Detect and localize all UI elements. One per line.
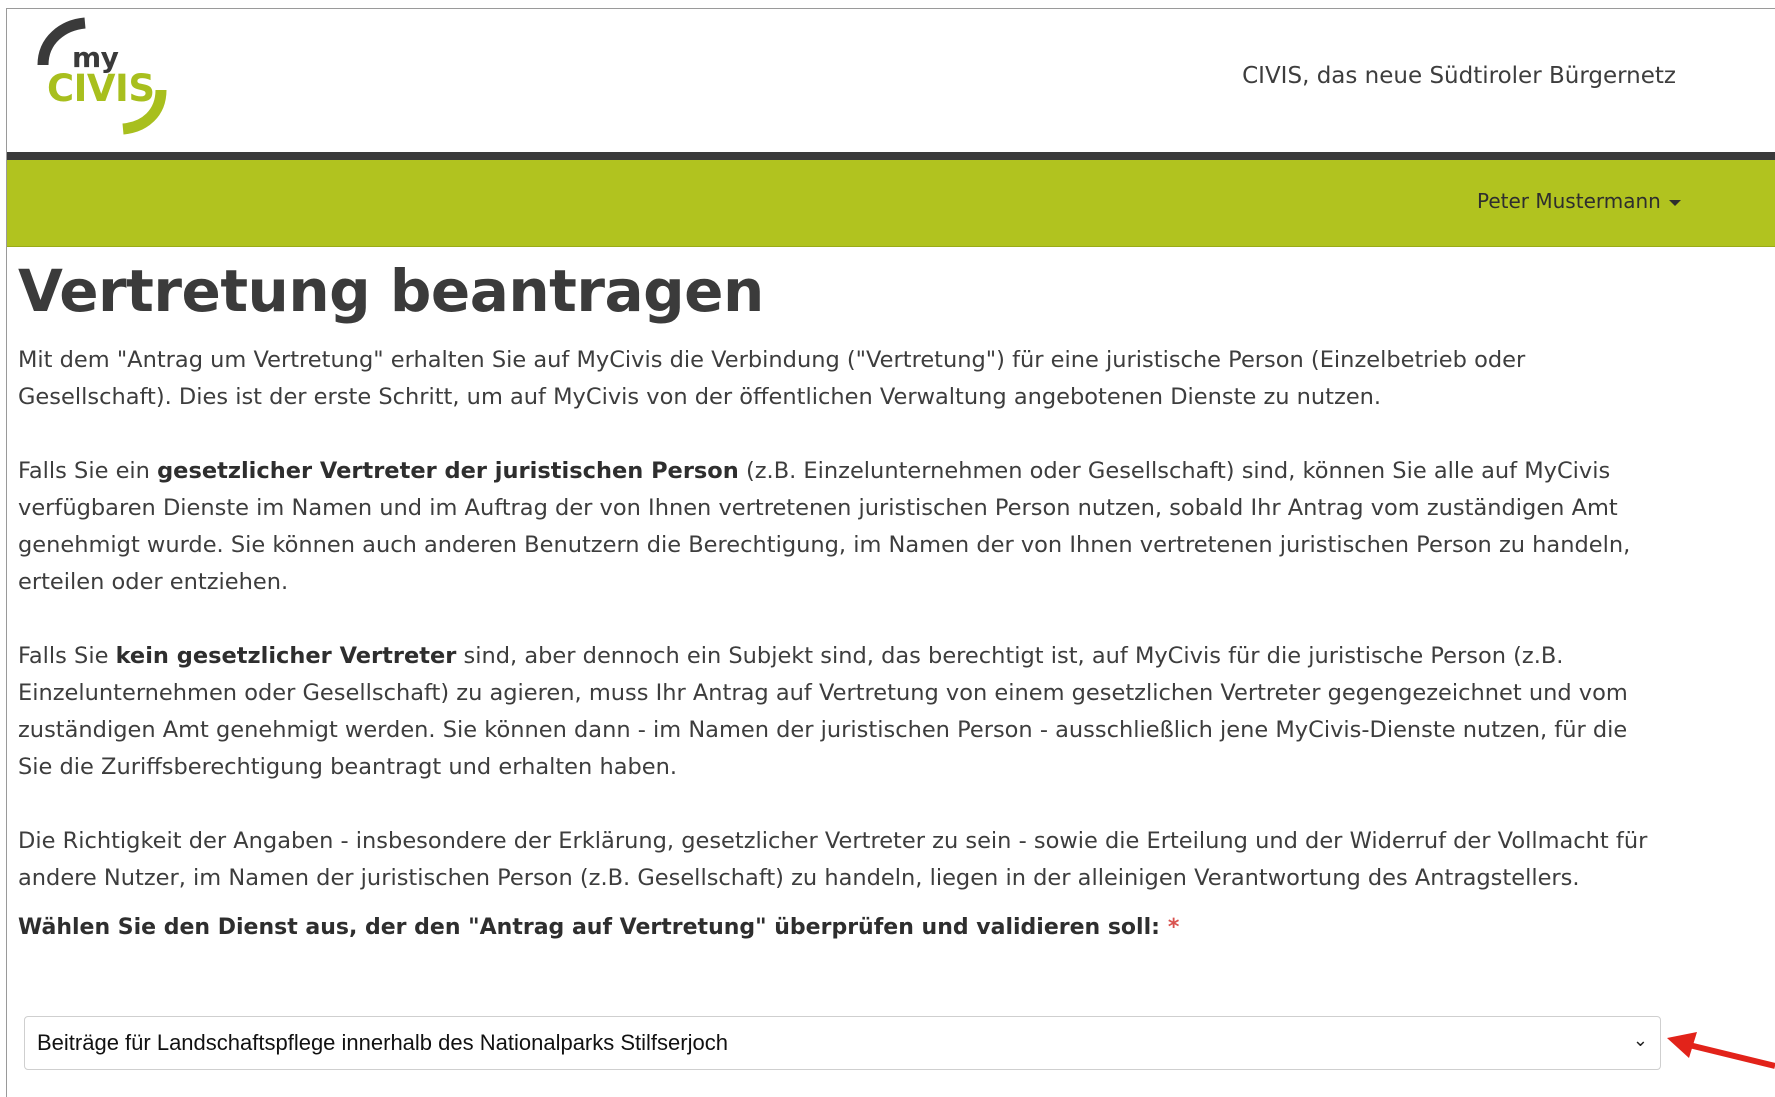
caret-down-icon — [1668, 199, 1681, 206]
logo-civis-text: CIVIS — [47, 67, 155, 110]
responsibility-paragraph: Die Richtigkeit der Angaben - insbesonde… — [18, 827, 1648, 891]
nav-bar: Peter Mustermann — [7, 160, 1775, 247]
site-tagline: CIVIS, das neue Südtiroler Bürgernetz — [1242, 63, 1676, 89]
p2-emphasis: gesetzlicher Vertreter der juristischen … — [157, 457, 739, 484]
p3-emphasis: kein gesetzlicher Vertreter — [115, 642, 457, 669]
required-marker: * — [1167, 914, 1180, 940]
chevron-down-icon: ⌄ — [1632, 1030, 1648, 1051]
page-title: Vertretung beantragen — [18, 257, 764, 325]
p2-text-a: Falls Sie ein — [18, 457, 158, 484]
legal-representative-paragraph: Falls Sie ein gesetzlicher Vertreter der… — [18, 453, 1668, 601]
site-header: my CIVIS CIVIS, das neue Südtiroler Bürg… — [7, 9, 1775, 152]
service-select[interactable]: Beiträge für Landschaftspflege innerhalb… — [24, 1016, 1661, 1070]
header-divider — [7, 152, 1775, 160]
non-legal-representative-paragraph: Falls Sie kein gesetzlicher Vertreter si… — [18, 638, 1668, 786]
user-name: Peter Mustermann — [1477, 189, 1661, 213]
service-select-label: Wählen Sie den Dienst aus, der den "Antr… — [18, 915, 1678, 940]
field-label-text: Wählen Sie den Dienst aus, der den "Antr… — [18, 914, 1160, 940]
service-select-value: Beiträge für Landschaftspflege innerhalb… — [37, 1030, 728, 1055]
p3-text-a: Falls Sie — [18, 642, 116, 669]
mycivis-logo[interactable]: my CIVIS — [33, 15, 173, 137]
user-menu-dropdown[interactable]: Peter Mustermann — [1477, 189, 1681, 213]
main-content: Vertretung beantragen Mit dem "Antrag um… — [18, 257, 1678, 940]
intro-paragraph: Mit dem "Antrag um Vertretung" erhalten … — [18, 346, 1526, 410]
annotation-arrow-icon — [1667, 1032, 1775, 1069]
